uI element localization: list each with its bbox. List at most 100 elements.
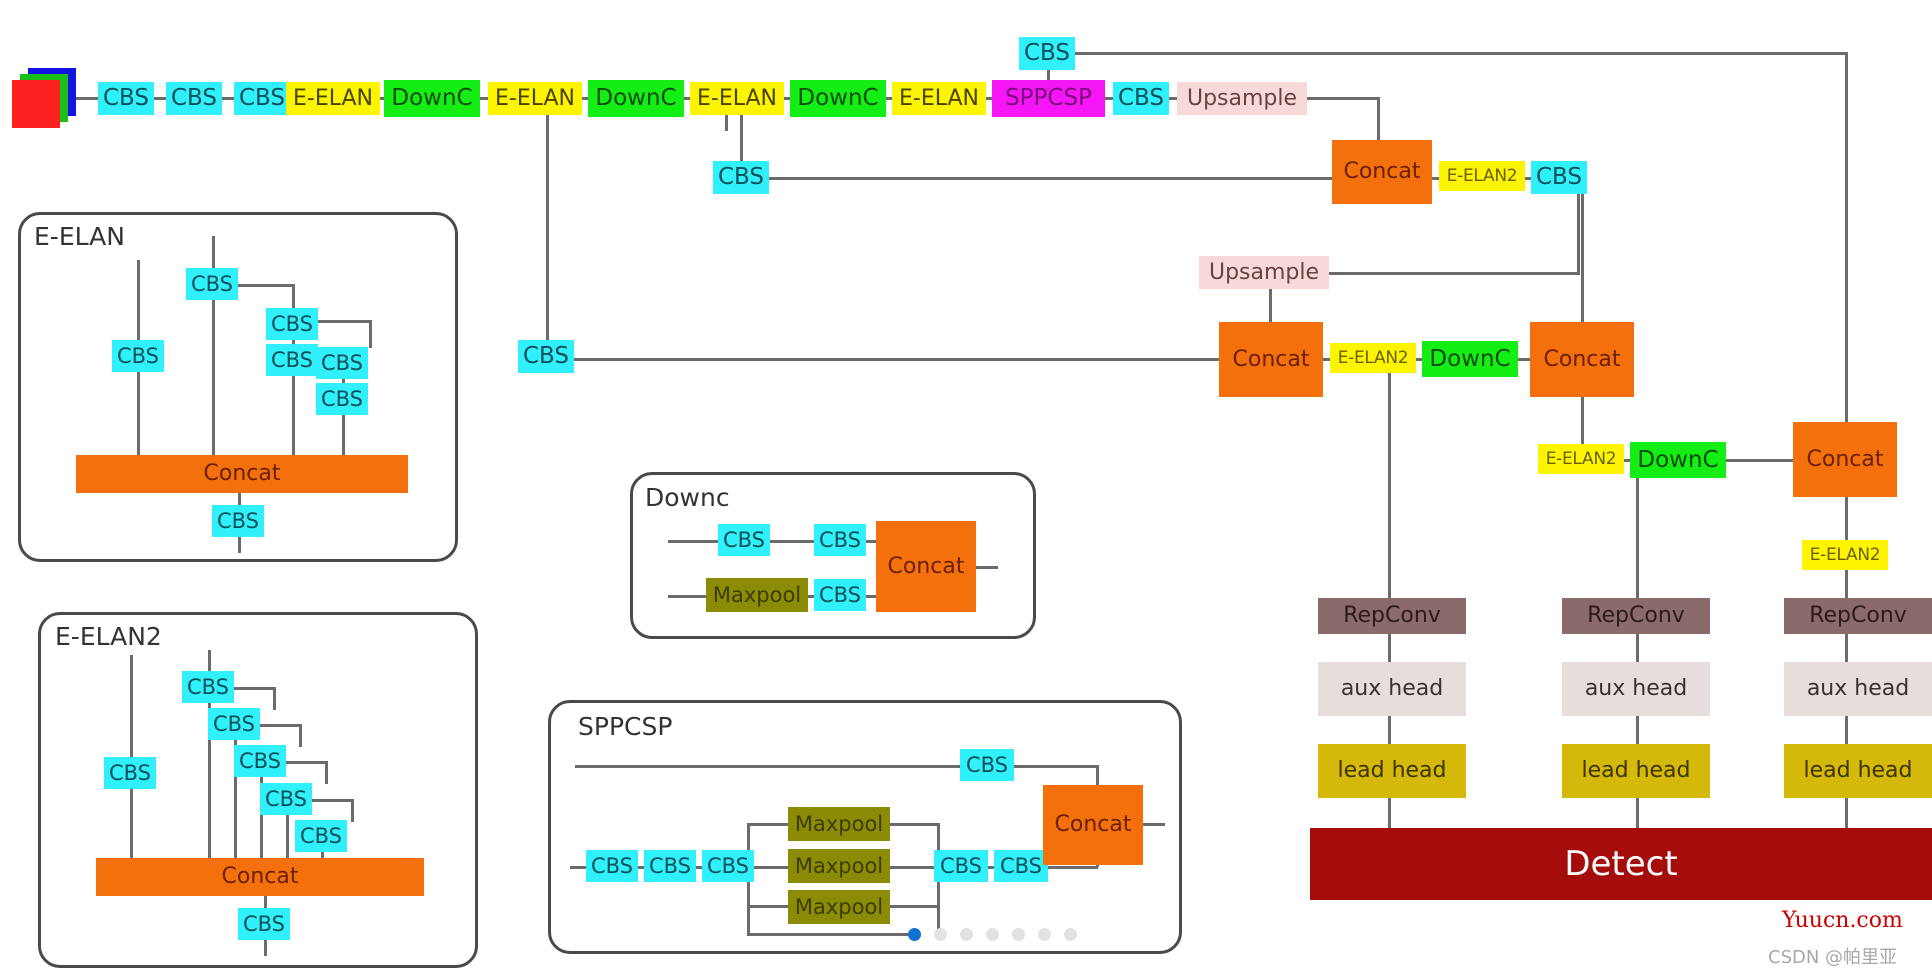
downc-cbs-top1[interactable]: CBS xyxy=(718,524,770,556)
head2-lead-head[interactable]: lead head xyxy=(1562,744,1710,798)
head3-link-aux-lead xyxy=(1845,716,1848,746)
head1-link-lead-detect xyxy=(1388,798,1391,828)
head3-link-lead-detect xyxy=(1845,798,1848,828)
neck-downc-4[interactable]: DownC xyxy=(1422,341,1518,377)
top-rail-vertical xyxy=(1845,52,1848,457)
downc-maxpool[interactable]: Maxpool xyxy=(706,578,808,612)
backbone-cbs-4[interactable]: CBS xyxy=(1113,82,1169,115)
link-up1-to-concat1 xyxy=(1307,97,1380,100)
diagram-canvas: CBS CBS CBS E-ELAN DownC E-ELAN DownC E-… xyxy=(0,0,1932,972)
neck-eelan2-2[interactable]: E-ELAN2 xyxy=(1330,343,1416,373)
neck-eelan2-1[interactable]: E-ELAN2 xyxy=(1439,161,1525,191)
carousel-dot-2[interactable] xyxy=(934,928,947,941)
carousel-dot-1[interactable] xyxy=(908,928,921,941)
eelan2-cbs-b4[interactable]: CBS xyxy=(234,745,286,777)
backbone-cbs-1[interactable]: CBS xyxy=(98,82,154,115)
head3-repconv[interactable]: RepConv xyxy=(1784,598,1932,634)
carousel-dot-3[interactable] xyxy=(960,928,973,941)
carousel-dot-7[interactable] xyxy=(1064,928,1077,941)
head2-link-lead-detect xyxy=(1636,798,1639,828)
detect-bar[interactable]: Detect xyxy=(1310,828,1932,900)
backbone-cbs-2[interactable]: CBS xyxy=(166,82,222,115)
neck-concat-3[interactable]: Concat xyxy=(1530,322,1634,397)
neck-concat-1[interactable]: Concat xyxy=(1332,140,1432,204)
downc-concat[interactable]: Concat xyxy=(876,521,976,612)
head1-repconv[interactable]: RepConv xyxy=(1318,598,1466,634)
sppcsp-cbs-out1[interactable]: CBS xyxy=(934,850,988,882)
backbone-downc-1[interactable]: DownC xyxy=(384,80,480,117)
neck-top-cbs[interactable]: CBS xyxy=(1019,37,1075,70)
backbone-cbs-3[interactable]: CBS xyxy=(234,82,290,115)
sppcsp-panel-title: SPPCSP xyxy=(578,712,673,741)
downc-cbs-top2[interactable]: CBS xyxy=(814,524,866,556)
input-image-icon xyxy=(12,68,76,130)
link-midcbs-concat1 xyxy=(769,177,1332,180)
neck-concat-4[interactable]: Concat xyxy=(1793,422,1897,497)
neck-eelan2-4[interactable]: E-ELAN2 xyxy=(1802,540,1888,570)
backbone-eelan-3[interactable]: E-ELAN xyxy=(690,82,784,115)
head1-lead-head[interactable]: lead head xyxy=(1318,744,1466,798)
neck-downc-5[interactable]: DownC xyxy=(1630,442,1726,478)
sppcsp-maxpool-1[interactable]: Maxpool xyxy=(788,807,890,841)
link-downc5-to-concat4 xyxy=(1738,459,1794,462)
eelan-cbs-b4b[interactable]: CBS xyxy=(316,383,368,415)
eelan2-cbs-b5[interactable]: CBS xyxy=(260,783,312,815)
head3-aux-head[interactable]: aux head xyxy=(1784,662,1932,716)
sppcsp-concat[interactable]: Concat xyxy=(1043,785,1143,865)
e-elan-panel-title: E-ELAN xyxy=(34,222,125,251)
carousel-dot-4[interactable] xyxy=(986,928,999,941)
neck-upsample-2[interactable]: Upsample xyxy=(1199,256,1329,289)
eelan-concat[interactable]: Concat xyxy=(76,455,408,493)
link-concat3-down xyxy=(1581,397,1584,445)
eelan-cbs-b3a[interactable]: CBS xyxy=(266,308,318,340)
sppcsp-cbs-in2[interactable]: CBS xyxy=(644,850,696,882)
link-cbs5-concat3 xyxy=(1581,194,1584,324)
eelan2-out-cbs[interactable]: CBS xyxy=(238,908,290,940)
link-cbs1-cbs2 xyxy=(154,97,166,100)
head1-aux-head[interactable]: aux head xyxy=(1318,662,1466,716)
carousel-dot-5[interactable] xyxy=(1012,928,1025,941)
link-cbs5-down xyxy=(1577,194,1580,274)
eelan-cbs-b1[interactable]: CBS xyxy=(112,340,164,372)
downc-cbs-bot[interactable]: CBS xyxy=(814,579,866,611)
link-cbs5-to-up2 xyxy=(1322,272,1580,275)
head3-lead-head[interactable]: lead head xyxy=(1784,744,1932,798)
head2-repconv[interactable]: RepConv xyxy=(1562,598,1710,634)
backbone-downc-3[interactable]: DownC xyxy=(790,80,886,117)
neck-concat-2[interactable]: Concat xyxy=(1219,322,1323,397)
neck-low-cbs[interactable]: CBS xyxy=(518,340,574,373)
backbone-sppcsp[interactable]: SPPCSP xyxy=(992,80,1105,117)
link-concat4-down xyxy=(1845,497,1848,541)
watermark-site: Yuucn.com xyxy=(1782,908,1903,933)
neck-eelan2-3[interactable]: E-ELAN2 xyxy=(1538,444,1624,474)
head2-aux-head[interactable]: aux head xyxy=(1562,662,1710,716)
link-elan3-midcol xyxy=(740,115,743,163)
eelan2-cbs-b3[interactable]: CBS xyxy=(208,708,260,740)
sppcsp-cbs-in1[interactable]: CBS xyxy=(586,850,638,882)
eelan-cbs-b4a[interactable]: CBS xyxy=(316,347,368,379)
backbone-eelan-2[interactable]: E-ELAN xyxy=(488,82,582,115)
eelan2-cbs-b2[interactable]: CBS xyxy=(182,671,234,703)
eelan2-concat[interactable]: Concat xyxy=(96,858,424,896)
neck-upsample-1[interactable]: Upsample xyxy=(1177,82,1307,115)
neck-mid-cbs[interactable]: CBS xyxy=(713,161,769,194)
sppcsp-maxpool-2[interactable]: Maxpool xyxy=(788,849,890,883)
sppcsp-cbs-out2[interactable]: CBS xyxy=(994,850,1048,882)
sppcsp-cbs-in3[interactable]: CBS xyxy=(702,850,754,882)
eelan-out-cbs[interactable]: CBS xyxy=(212,505,264,537)
e-elan2-panel-title: E-ELAN2 xyxy=(55,622,162,651)
head1-vertical xyxy=(1388,373,1391,600)
head3-vertical xyxy=(1845,570,1848,600)
backbone-eelan-4[interactable]: E-ELAN xyxy=(892,82,986,115)
eelan-cbs-b3b[interactable]: CBS xyxy=(266,344,318,376)
eelan2-cbs-b1[interactable]: CBS xyxy=(104,757,156,789)
carousel-dot-6[interactable] xyxy=(1038,928,1051,941)
eelan2-cbs-b6[interactable]: CBS xyxy=(295,820,347,852)
sppcsp-skip-cbs[interactable]: CBS xyxy=(960,749,1014,781)
sppcsp-maxpool-3[interactable]: Maxpool xyxy=(788,890,890,924)
link-up1-down-concat1 xyxy=(1377,97,1380,143)
eelan-cbs-b2[interactable]: CBS xyxy=(186,268,238,300)
neck-cbs-5[interactable]: CBS xyxy=(1531,161,1587,194)
backbone-eelan-1[interactable]: E-ELAN xyxy=(286,82,380,115)
backbone-downc-2[interactable]: DownC xyxy=(588,80,684,117)
